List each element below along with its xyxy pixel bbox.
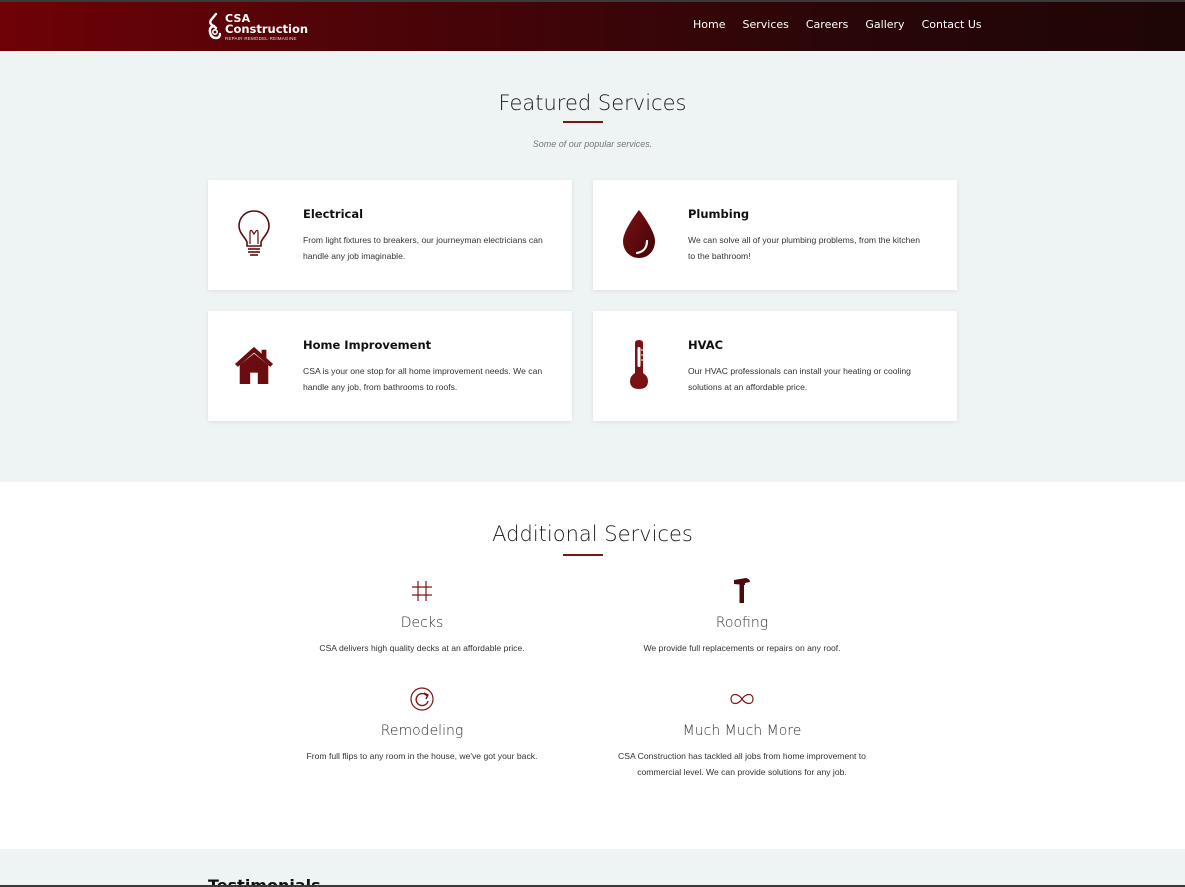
service-item-title: Much Much More [682,723,802,739]
service-card-title: Plumbing [688,207,750,221]
chain-link-icon [207,12,223,42]
service-card-electrical: Electrical From light fixtures to breake… [208,180,572,290]
nav-services[interactable]: Services [742,18,788,31]
service-card-title: Electrical [303,207,364,221]
service-card-title: Home Improvement [303,338,432,352]
service-card-text: Our HVAC professionals can install your … [688,366,911,392]
service-item-text: CSA Construction has tackled all jobs fr… [618,751,866,777]
featured-title-underline [563,121,603,123]
featured-services-subtitle: Some of our popular services. [532,139,653,149]
service-card-home-improvement: Home Improvement CSA is your one stop fo… [208,311,572,421]
service-card-title: HVAC [688,338,724,352]
nav-home[interactable]: Home [693,18,725,31]
thermometer-icon [619,337,659,393]
additional-services-section: Additional Services Decks CSA delivers h… [0,482,1185,849]
site-header: CSA Construction REPAIR·REMODEL·REIMAGIN… [0,2,1185,51]
service-card-text: CSA is your one stop for all home improv… [303,366,543,392]
nav-gallery[interactable]: Gallery [865,18,904,31]
service-item-much-more: Much Much More CSA Construction has tack… [592,684,892,780]
service-card-plumbing: Plumbing We can solve all of your plumbi… [593,180,957,290]
service-card-text: From light fixtures to breakers, our jou… [303,235,543,261]
main-nav: Home Services Careers Gallery Contact Us [693,18,982,31]
featured-services-title: Featured Services [498,91,687,115]
service-item-roofing: Roofing We provide full replacements or … [592,576,892,656]
lightbulb-icon [234,206,274,262]
brand-logo[interactable]: CSA Construction REPAIR·REMODEL·REIMAGIN… [207,11,308,43]
service-item-text: We provide full replacements or repairs … [643,643,841,653]
service-item-text: From full flips to any room in the house… [306,751,538,761]
testimonials-section: Testimonials [0,849,1185,887]
additional-title-underline [563,554,603,556]
refresh-icon [272,684,572,714]
brand-wordmark: CSA Construction REPAIR·REMODEL·REIMAGIN… [225,13,308,41]
house-icon [234,337,274,393]
brand-name-line2: Construction [225,22,309,36]
service-item-text: CSA delivers high quality decks at an af… [319,643,525,653]
additional-services-title: Additional Services [492,522,693,546]
service-item-title: Roofing [715,615,769,631]
service-item-title: Decks [400,615,444,631]
hammer-icon [592,576,892,606]
service-item-decks: Decks CSA delivers high quality decks at… [272,576,572,656]
service-card-hvac: HVAC Our HVAC professionals can install … [593,311,957,421]
service-card-text: We can solve all of your plumbing proble… [688,235,920,261]
grid-hash-icon [272,576,572,606]
infinity-icon [592,684,892,714]
service-item-title: Remodeling [380,723,464,739]
featured-services-section: Featured Services Some of our popular se… [0,51,1185,482]
water-drop-icon [619,206,659,262]
nav-careers[interactable]: Careers [806,18,849,31]
service-item-remodeling: Remodeling From full flips to any room i… [272,684,572,764]
brand-tagline: REPAIR·REMODEL·REIMAGINE [225,35,297,41]
nav-contact-us[interactable]: Contact Us [922,18,982,31]
